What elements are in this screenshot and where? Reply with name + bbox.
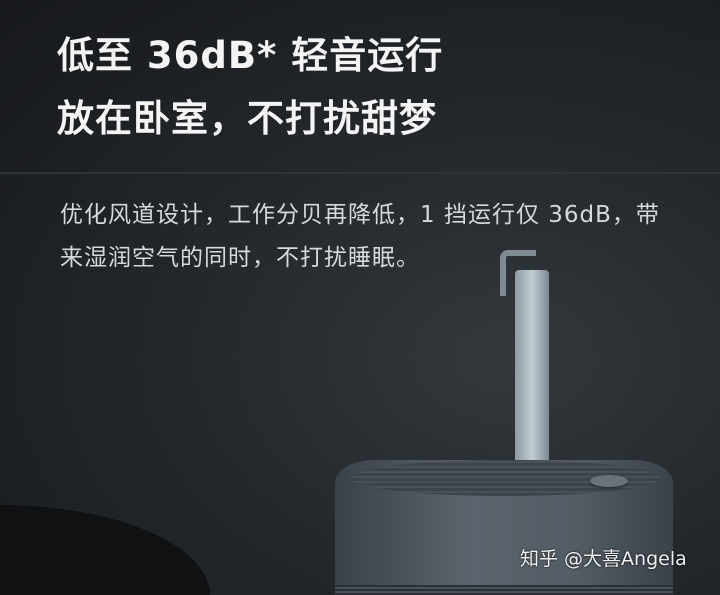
lamp-stand — [515, 270, 549, 465]
watermark: 知乎 @大喜Angela — [520, 548, 687, 570]
wall-edge — [0, 172, 720, 174]
headline-line-1: 低至 36dB* 轻音运行 — [57, 34, 444, 77]
humidifier-vent — [335, 585, 673, 595]
bed-silhouette — [0, 505, 210, 595]
headline-line-2: 放在卧室，不打扰甜梦 — [57, 97, 437, 140]
description-text: 优化风道设计，工作分贝再降低，1 挡运行仅 36dB，带来湿润空气的同时，不打扰… — [60, 202, 660, 271]
humidifier-knob — [590, 475, 628, 487]
